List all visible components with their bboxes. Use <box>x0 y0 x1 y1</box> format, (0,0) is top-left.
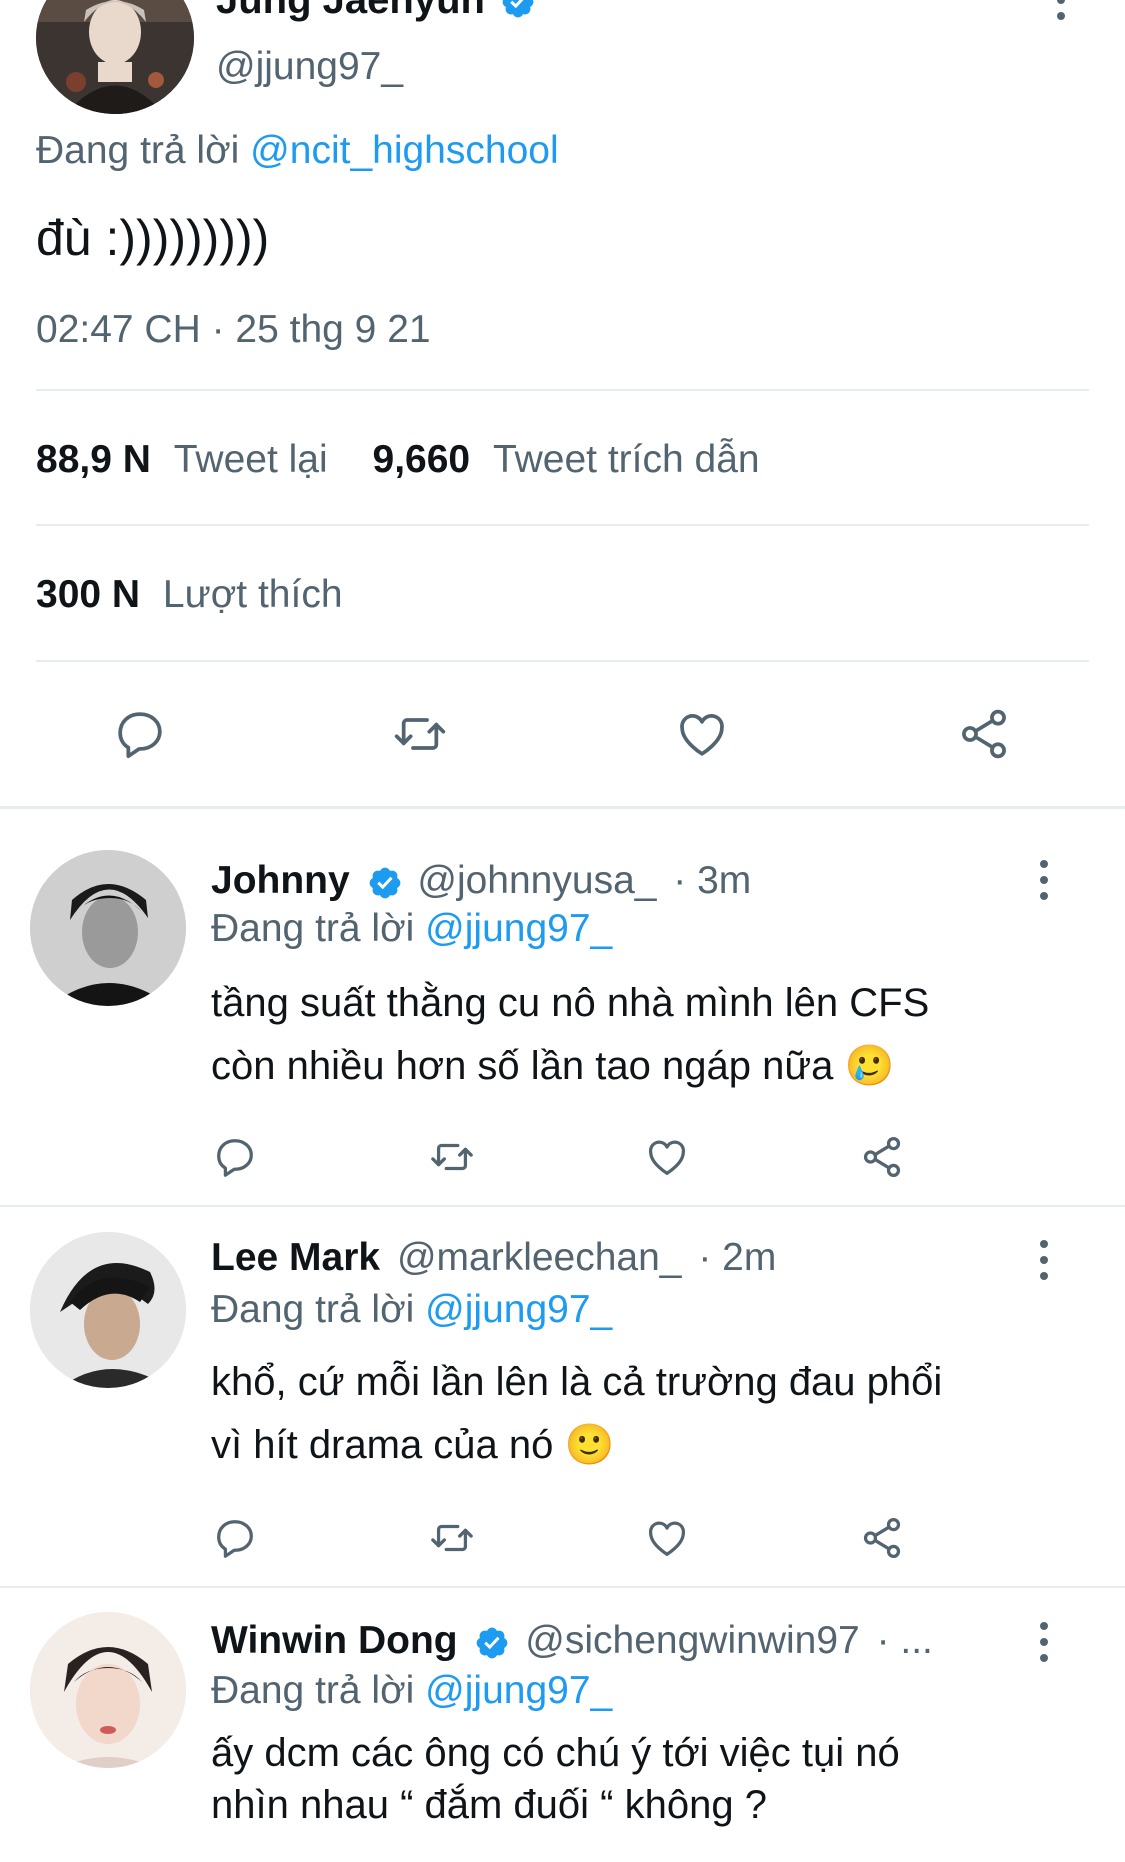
quotes-label: Tweet trích dẫn <box>492 438 760 481</box>
likes-count: 300 N <box>36 573 141 616</box>
crying-smile-emoji: 🥲 <box>844 1044 895 1088</box>
reply-avatar[interactable] <box>30 1232 186 1388</box>
share-icon[interactable] <box>858 1515 906 1561</box>
display-name-text: Jung Jaehyun <box>216 0 485 22</box>
like-icon[interactable] <box>643 1134 691 1180</box>
retweets-label: Tweet lại <box>173 438 328 481</box>
reply-prefix: Đang trả lời <box>211 1669 415 1712</box>
more-options-icon[interactable] <box>1052 0 1070 20</box>
reply-handle[interactable]: @johnnyusa_ <box>417 859 656 902</box>
reply-display-name[interactable]: Winwin Dong <box>211 1619 458 1662</box>
reply-replying-to: Đang trả lời @jjung97_ <box>211 1668 612 1714</box>
reply-to-mention-link[interactable]: @jjung97_ <box>425 1669 612 1712</box>
reply-time[interactable]: · 3m <box>673 859 751 902</box>
reply-to-mention-link[interactable]: @ncit_highschool <box>250 129 558 172</box>
reply-divider <box>0 1205 1125 1207</box>
reply-icon[interactable] <box>112 706 168 762</box>
reply-text: ấy dcm các ông có chú ý tới việc tụi nó … <box>211 1727 900 1831</box>
quotes-stat[interactable]: 9,660 Tweet trích dẫn <box>373 438 760 481</box>
retweet-icon[interactable] <box>426 1515 478 1561</box>
reply-divider <box>0 1586 1125 1588</box>
reply-text-line: nhìn nhau “ đắm đuối “ không ? <box>211 1783 767 1827</box>
likes-label: Lượt thích <box>162 573 343 616</box>
reply-handle[interactable]: @sichengwinwin97 <box>525 1619 859 1662</box>
reply-text-segment: còn nhiều hơn số lần tao ngáp nữa <box>211 1044 834 1088</box>
divider <box>36 660 1089 662</box>
reply-text-line: còn nhiều hơn số lần tao ngáp nữa 🥲 <box>211 1035 929 1098</box>
main-tweet-handle[interactable]: @jjung97_ <box>216 44 403 90</box>
more-options-icon[interactable] <box>1035 1240 1053 1280</box>
reply-prefix: Đang trả lời <box>36 129 240 172</box>
verified-badge-icon <box>502 0 534 18</box>
more-options-icon[interactable] <box>1035 1622 1053 1662</box>
avatar-portrait-image <box>30 1232 186 1388</box>
reply-icon[interactable] <box>211 1134 259 1180</box>
reply-prefix: Đang trả lời <box>211 907 415 950</box>
reply-avatar[interactable] <box>30 1612 186 1768</box>
reply-text-line: ấy dcm các ông có chú ý tới việc tụi nó <box>211 1731 900 1775</box>
divider <box>36 524 1089 526</box>
reply-prefix: Đang trả lời <box>211 1288 415 1331</box>
retweet-icon[interactable] <box>426 1134 478 1180</box>
reply-header: Johnny @johnnyusa_ · 3m <box>211 858 751 904</box>
reply-display-name[interactable]: Lee Mark <box>211 1236 380 1279</box>
slight-smile-emoji: 🙂 <box>564 1423 615 1467</box>
share-icon[interactable] <box>858 1134 906 1180</box>
section-divider <box>0 806 1125 809</box>
reply-text-line: vì hít drama của nó 🙂 <box>211 1414 942 1477</box>
reply-replying-to: Đang trả lời @jjung97_ <box>211 1287 612 1333</box>
avatar-portrait-image <box>30 1612 186 1768</box>
verified-badge-icon <box>477 1627 508 1659</box>
reply-time[interactable]: · ... <box>877 1619 933 1662</box>
reply-text-segment: vì hít drama của nó <box>211 1423 554 1467</box>
retweets-count: 88,9 N <box>36 438 151 481</box>
main-tweet-text: đù :))))))))) <box>36 210 270 266</box>
reply-text: khổ, cứ mỗi lần lên là cả trường đau phổ… <box>211 1351 942 1477</box>
like-icon[interactable] <box>673 706 731 762</box>
reply-text: tầng suất thằng cu nô nhà mình lên CFS c… <box>211 972 929 1098</box>
engagement-row-retweets: 88,9 N Tweet lại 9,660 Tweet trích dẫn <box>36 437 760 483</box>
reply-display-name[interactable]: Johnny <box>211 859 350 902</box>
reply-to-mention-link[interactable]: @jjung97_ <box>425 907 612 950</box>
reply-time[interactable]: · 2m <box>698 1236 776 1279</box>
reply-to-mention-link[interactable]: @jjung97_ <box>425 1288 612 1331</box>
reply-text-line: khổ, cứ mỗi lần lên là cả trường đau phổ… <box>211 1360 943 1404</box>
reply-replying-to: Đang trả lời @jjung97_ <box>211 906 612 952</box>
main-tweet-display-name[interactable]: Jung Jaehyun <box>216 0 536 24</box>
retweet-icon[interactable] <box>390 706 450 762</box>
reply-handle[interactable]: @markleechan_ <box>397 1236 682 1279</box>
more-options-icon[interactable] <box>1035 860 1053 900</box>
likes-stat[interactable]: 300 N Lượt thích <box>36 572 343 618</box>
main-tweet-timestamp[interactable]: 02:47 CH · 25 thg 9 21 <box>36 307 431 353</box>
avatar-portrait-image <box>30 850 186 1006</box>
reply-header: Lee Mark @markleechan_ · 2m <box>211 1235 776 1281</box>
verified-badge-icon <box>369 867 400 899</box>
main-tweet-replying-to: Đang trả lời @ncit_highschool <box>36 128 559 174</box>
reply-icon[interactable] <box>211 1515 259 1561</box>
like-icon[interactable] <box>643 1515 691 1561</box>
retweets-stat[interactable]: 88,9 N Tweet lại <box>36 438 339 481</box>
reply-avatar[interactable] <box>30 850 186 1006</box>
reply-header: Winwin Dong @sichengwinwin97 · ... <box>211 1618 933 1664</box>
reply-text-line: tầng suất thằng cu nô nhà mình lên CFS <box>211 981 930 1025</box>
quotes-count: 9,660 <box>372 438 471 481</box>
main-tweet-avatar[interactable] <box>36 0 194 114</box>
divider <box>36 389 1089 391</box>
avatar-portrait-image <box>36 0 194 114</box>
share-icon[interactable] <box>955 706 1013 762</box>
